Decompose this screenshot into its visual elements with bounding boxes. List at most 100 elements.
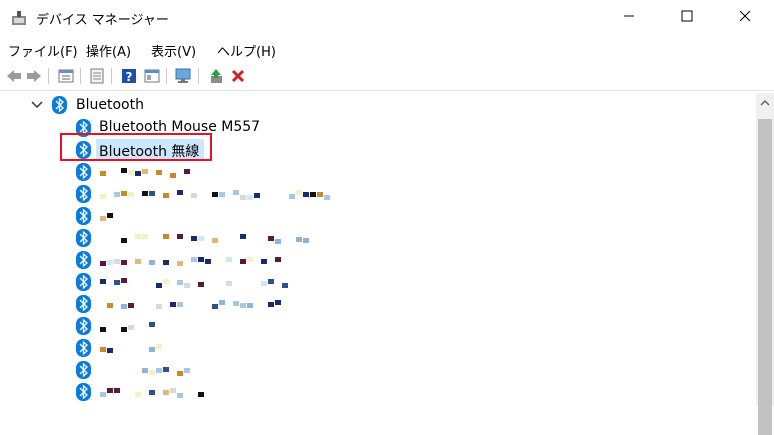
bluetooth-icon: [76, 207, 91, 225]
properties-button[interactable]: [57, 67, 75, 85]
obscured-pixel: [226, 281, 232, 286]
obscured-pixel: [107, 303, 113, 308]
device-tree[interactable]: Bluetooth Bluetooth Mouse M557 Bluetooth…: [0, 93, 756, 406]
obscured-pixel: [212, 192, 218, 197]
bluetooth-icon: [76, 229, 91, 247]
obscured-pixel: [149, 370, 155, 375]
obscured-pixel: [149, 260, 155, 265]
obscured-pixel: [198, 236, 204, 241]
bluetooth-icon: [76, 141, 91, 159]
obscured-pixel: [170, 388, 176, 393]
obscured-pixel: [275, 300, 281, 305]
obscured-pixel: [107, 348, 113, 353]
obscured-pixel: [177, 234, 183, 239]
device-bluetooth-radio[interactable]: Bluetooth 無線: [99, 141, 199, 161]
obscured-pixel: [135, 171, 141, 176]
bluetooth-icon: [52, 96, 67, 114]
forward-button[interactable]: [25, 67, 43, 85]
obscured-pixel: [121, 191, 127, 196]
scrollbar-thumb[interactable]: [758, 119, 772, 435]
obscured-pixel: [289, 194, 295, 199]
menu-action[interactable]: 操作(A): [86, 41, 131, 60]
menu-bar: ファイル(F) 操作(A) 表示(V) ヘルプ(H): [0, 36, 774, 62]
obscured-pixel: [275, 239, 281, 244]
toolbar-separator: [80, 68, 81, 84]
uninstall-icon: [231, 69, 245, 83]
obscured-pixel: [100, 347, 106, 352]
obscured-pixel: [121, 238, 127, 243]
maximize-button[interactable]: [664, 0, 710, 32]
menu-file[interactable]: ファイル(F): [8, 41, 78, 60]
view-button[interactable]: [143, 67, 161, 85]
obscured-pixel: [275, 257, 281, 262]
obscured-pixel: [191, 193, 197, 198]
toolbar-separator: [166, 68, 167, 84]
update-driver-button[interactable]: [207, 67, 225, 85]
toolbar-separator: [111, 68, 112, 84]
scan-button[interactable]: [174, 67, 192, 85]
toolbar-separator: [48, 68, 49, 84]
print-button[interactable]: [88, 67, 106, 85]
obscured-pixel: [254, 193, 260, 198]
update-driver-icon: [211, 69, 222, 83]
obscured-pixel: [121, 260, 127, 265]
obscured-pixel: [177, 393, 183, 398]
obscured-pixel: [226, 257, 232, 262]
obscured-pixel: [240, 259, 246, 264]
title-bar: デバイス マネージャー: [0, 0, 774, 36]
obscured-pixel: [177, 261, 183, 266]
toolbar-separator: [198, 68, 199, 84]
obscured-pixel: [247, 195, 253, 200]
bluetooth-icon: [76, 295, 91, 313]
help-button[interactable]: ?: [120, 67, 138, 85]
vertical-scrollbar[interactable]: [756, 93, 774, 435]
properties-icon: [58, 69, 74, 83]
obscured-pixel: [240, 234, 246, 239]
obscured-pixel: [247, 257, 253, 262]
minimize-button[interactable]: [606, 0, 652, 32]
category-bluetooth[interactable]: Bluetooth: [76, 97, 144, 113]
obscured-pixel: [142, 191, 148, 196]
obscured-pixel: [233, 301, 239, 306]
bluetooth-icon: [76, 163, 91, 181]
back-button[interactable]: [5, 67, 23, 85]
obscured-pixel: [163, 234, 169, 239]
obscured-pixel: [163, 193, 169, 198]
obscured-pixel: [156, 368, 162, 373]
obscured-pixel: [100, 392, 106, 397]
chevron-down-icon[interactable]: [31, 100, 43, 110]
obscured-pixel: [303, 192, 309, 197]
device-manager-icon: [12, 11, 26, 25]
obscured-pixel: [261, 259, 267, 264]
obscured-pixel: [296, 190, 302, 195]
minimize-icon: [624, 15, 634, 17]
obscured-pixel: [191, 236, 197, 241]
obscured-pixel: [128, 303, 134, 308]
obscured-pixel: [149, 347, 155, 352]
menu-help[interactable]: ヘルプ(H): [217, 41, 276, 60]
obscured-pixel: [261, 281, 267, 286]
scroll-up-icon[interactable]: [760, 99, 770, 107]
obscured-pixel: [149, 191, 155, 196]
obscured-pixel: [324, 195, 330, 200]
obscured-pixel: [163, 260, 169, 265]
obscured-pixel: [198, 257, 204, 262]
obscured-pixel: [184, 283, 190, 288]
bluetooth-icon: [76, 251, 91, 269]
obscured-pixel: [100, 171, 106, 176]
obscured-pixel: [100, 327, 106, 332]
bluetooth-icon: [76, 273, 91, 291]
obscured-pixel: [310, 192, 316, 197]
obscured-pixel: [149, 322, 155, 327]
obscured-pixel: [107, 388, 113, 393]
obscured-pixel: [163, 279, 169, 284]
obscured-pixel: [128, 170, 134, 175]
toolbar-divider: [0, 90, 774, 91]
obscured-pixel: [268, 302, 274, 307]
obscured-pixel: [177, 371, 183, 376]
close-button[interactable]: [722, 0, 768, 32]
obscured-pixel: [135, 234, 141, 239]
menu-view[interactable]: 表示(V): [151, 41, 196, 60]
uninstall-button[interactable]: [229, 67, 247, 85]
obscured-pixel: [233, 190, 239, 195]
